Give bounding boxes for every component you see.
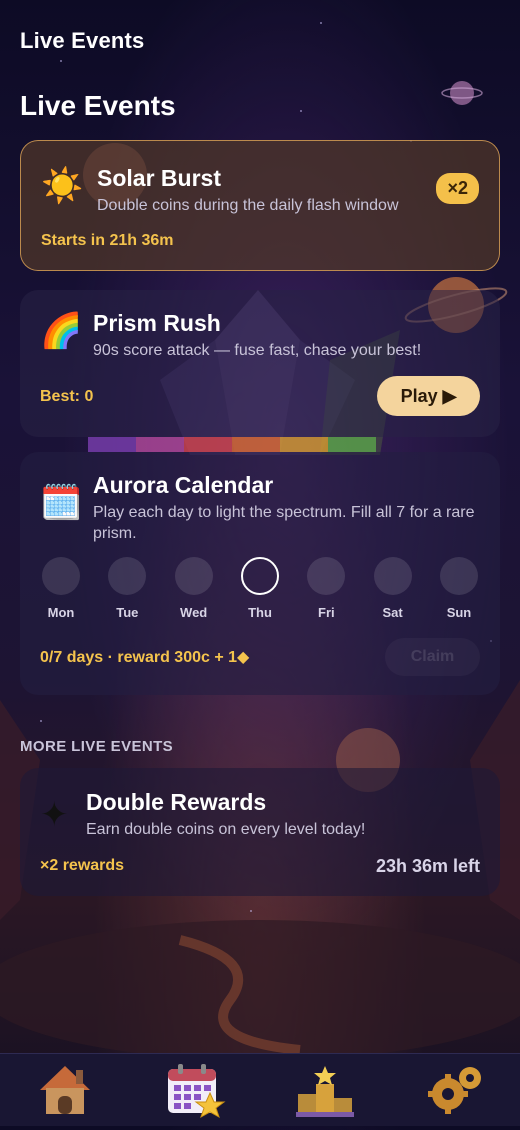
day-wed: Wed <box>173 557 215 620</box>
day-label: Tue <box>116 605 139 620</box>
rainbow-icon: 🌈 <box>40 312 83 350</box>
day-mon: Mon <box>40 557 82 620</box>
prism-rush-card: 🌈 Prism Rush 90s score attack — fuse fas… <box>20 290 500 437</box>
day-tue: Tue <box>106 557 148 620</box>
day-label: Mon <box>47 605 75 620</box>
sparkle-icon: ✦ <box>40 796 69 834</box>
play-label: Play ▶ <box>400 385 457 406</box>
day-strip: Mon Tue Wed Thu Fri Sat Sun <box>40 557 480 620</box>
day-sat: Sat <box>372 557 414 620</box>
day-thu: Thu <box>239 557 281 620</box>
gears-icon <box>428 1067 481 1114</box>
header-title: Live Events <box>20 28 145 53</box>
claim-label: Claim <box>410 648 455 665</box>
day-dot <box>307 557 346 595</box>
day-dot <box>240 557 279 595</box>
day-label: Sun <box>446 605 472 620</box>
day-dot <box>174 557 213 595</box>
nav-calendar[interactable] <box>160 1058 230 1122</box>
calendar-progress: 0/7 days · reward 300c + 1◆ <box>40 649 250 666</box>
prism-title: Prism Rush <box>93 310 221 336</box>
play-button[interactable]: Play ▶ <box>377 376 480 416</box>
day-label: Sat <box>382 605 403 620</box>
day-fri: Fri <box>305 557 347 620</box>
day-sun: Sun <box>438 557 480 620</box>
multiplier-badge: ×2 <box>436 173 479 204</box>
double-title: Double Rewards <box>86 789 267 815</box>
solar-subtitle: Double coins during the daily flash wind… <box>97 197 399 214</box>
double-reward-label: ×2 rewards <box>40 857 125 874</box>
nav-home[interactable] <box>30 1058 100 1122</box>
day-label: Fri <box>318 605 335 620</box>
aurora-subtitle: Play each day to light the spectrum. Fil… <box>93 504 475 542</box>
sun-icon: ☀️ <box>41 167 84 205</box>
best-score: Best: 0 <box>40 388 94 405</box>
calendar-star-icon <box>168 1064 226 1119</box>
day-dot <box>439 557 478 595</box>
double-subtitle: Earn double coins on every level today! <box>86 821 366 838</box>
solar-burst-card[interactable]: ☀️ Solar Burst Double coins during the d… <box>20 140 500 271</box>
day-label: Wed <box>180 605 208 620</box>
bottom-nav <box>0 1053 520 1126</box>
day-label: Thu <box>248 605 272 620</box>
day-dot <box>108 557 147 595</box>
nav-settings[interactable] <box>420 1058 490 1122</box>
nav-leaderboard[interactable] <box>290 1058 360 1122</box>
prism-subtitle: 90s score attack — fuse fast, chase your… <box>93 342 422 359</box>
calendar-icon: 🗓️ <box>40 484 83 522</box>
time-left: 23h 36m left <box>375 856 480 876</box>
trophy-podium-icon <box>296 1066 354 1117</box>
more-events-heading: MORE LIVE EVENTS <box>20 738 174 755</box>
aurora-calendar-card: 🗓️ Aurora Calendar Play each day to ligh… <box>20 452 500 695</box>
day-dot <box>42 557 80 595</box>
home-icon <box>40 1066 90 1114</box>
claim-button[interactable]: Claim <box>385 638 480 676</box>
section-title: Live Events <box>20 90 176 121</box>
solar-status: Starts in 21h 36m <box>41 232 174 249</box>
aurora-title: Aurora Calendar <box>93 472 274 498</box>
day-dot <box>373 557 412 595</box>
double-rewards-card[interactable]: ✦ Double Rewards Earn double coins on ev… <box>20 768 500 896</box>
solar-title: Solar Burst <box>97 165 221 191</box>
